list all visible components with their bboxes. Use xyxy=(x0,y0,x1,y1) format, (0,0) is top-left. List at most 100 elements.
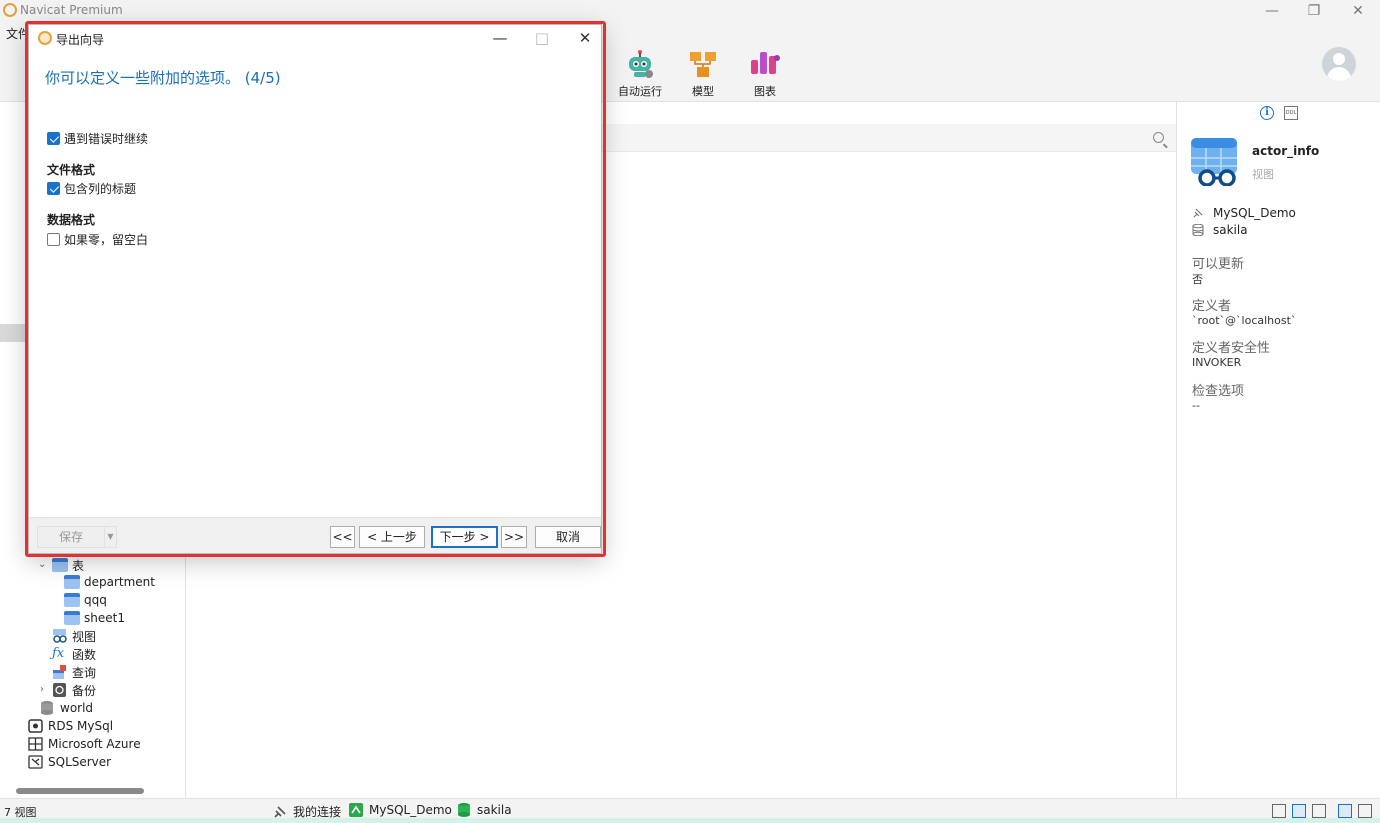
toolbar-model-button[interactable]: 模型 xyxy=(673,48,733,99)
window-bottom-accent xyxy=(0,818,1380,823)
status-connection-label: MySQL_Demo xyxy=(369,803,452,817)
tree-table-label: qqq xyxy=(84,593,107,607)
tree-table-department[interactable]: department xyxy=(64,573,155,591)
tree-backups-folder[interactable]: 备份 xyxy=(52,681,96,699)
avatar-body xyxy=(1327,67,1351,81)
last-step-button[interactable]: >> xyxy=(501,526,527,548)
chevron-down-icon[interactable]: ⌄ xyxy=(38,559,46,570)
detail-view-icon[interactable] xyxy=(1312,804,1326,818)
table-icon xyxy=(64,575,80,589)
info-definer-key: 定义者 xyxy=(1192,299,1232,314)
continue-on-error-label: 遇到错误时继续 xyxy=(64,132,149,146)
tree-connection-sqlserver[interactable]: SQLServer xyxy=(28,753,111,771)
info-panel: i DDL actor_info 视图 MySQL_Demo sakila 可以… xyxy=(1176,102,1380,798)
tree-connection-rds-mysql[interactable]: RDS MySql xyxy=(28,717,113,735)
azure-connection-icon xyxy=(28,737,43,751)
continue-on-error-checkbox[interactable]: 遇到错误时继续 xyxy=(47,130,148,147)
object-name: actor_info xyxy=(1252,144,1320,158)
tree-connection-label: RDS MySql xyxy=(48,719,114,733)
restore-icon[interactable]: ❐ xyxy=(1292,0,1336,22)
toolbar-automation-label: 自动运行 xyxy=(618,85,662,98)
backup-icon xyxy=(53,683,66,697)
first-step-button[interactable]: << xyxy=(330,526,355,548)
blank-if-zero-checkbox[interactable]: 如果零，留空白 xyxy=(47,231,148,248)
menu-file[interactable]: 文件 xyxy=(6,25,30,42)
info-check-option-key: 检查选项 xyxy=(1192,384,1245,399)
checkbox-unchecked-icon[interactable] xyxy=(47,233,60,246)
table-icon xyxy=(64,593,80,607)
tree-tables-label: 表 xyxy=(72,558,85,573)
grid-view-icon[interactable] xyxy=(1272,804,1286,818)
mysql-connection-icon xyxy=(349,803,363,817)
chart-icon xyxy=(751,52,780,74)
list-view-icon[interactable] xyxy=(1292,804,1306,818)
tree-views-label: 视图 xyxy=(72,629,97,644)
save-button[interactable]: 保存 xyxy=(37,526,105,548)
tree-table-label: sheet1 xyxy=(84,611,125,625)
search-icon[interactable] xyxy=(1153,132,1164,143)
query-icon xyxy=(53,665,66,679)
data-format-section-title: 数据格式 xyxy=(47,213,96,227)
file-format-section-title: 文件格式 xyxy=(47,163,96,177)
title-bar: Navicat Premium — ❐ ✕ xyxy=(0,0,1380,22)
previous-step-button[interactable]: < 上一步 xyxy=(359,526,425,548)
tree-tables-folder[interactable]: 表 xyxy=(52,556,84,574)
robot-icon xyxy=(629,50,653,78)
tree-functions-label: 函数 xyxy=(72,647,97,662)
cancel-button[interactable]: 取消 xyxy=(535,526,601,548)
checkbox-checked-icon[interactable] xyxy=(47,182,60,195)
tree-functions-folder[interactable]: ƒx 函数 xyxy=(52,645,96,663)
include-headers-checkbox[interactable]: 包含列的标题 xyxy=(47,180,136,197)
dialog-minimize-icon[interactable]: — xyxy=(485,27,515,49)
navicat-logo-icon xyxy=(3,3,17,17)
close-icon[interactable]: ✕ xyxy=(1336,0,1380,22)
avatar-head xyxy=(1333,53,1345,65)
save-dropdown-chevron-icon[interactable]: ▼ xyxy=(104,526,117,548)
rds-connection-icon xyxy=(28,719,43,733)
dialog-maximize-icon: □ xyxy=(534,29,550,47)
dialog-footer: 保存 ▼ << < 上一步 下一步 > >> 取消 xyxy=(29,517,601,553)
info-database-value: sakila xyxy=(1213,223,1248,237)
tree-queries-folder[interactable]: 查询 xyxy=(52,663,96,681)
checkbox-checked-icon[interactable] xyxy=(47,132,60,145)
info-tab-icon[interactable]: i xyxy=(1260,106,1274,120)
info-connection: MySQL_Demo xyxy=(1192,206,1296,220)
tree-views-folder[interactable]: 视图 xyxy=(52,627,96,645)
database-icon xyxy=(458,803,470,817)
navicat-logo-icon xyxy=(38,31,52,45)
toolbar-chart-button[interactable]: 图表 xyxy=(735,48,795,99)
tree-connection-azure[interactable]: Microsoft Azure xyxy=(28,735,141,753)
tree-database-world[interactable]: world xyxy=(40,699,93,717)
info-definer-value: `root`@`localhost` xyxy=(1192,314,1297,327)
info-connection-value: MySQL_Demo xyxy=(1213,206,1296,220)
tree-table-label: department xyxy=(84,575,155,589)
connection-plug-icon xyxy=(274,805,286,818)
blank-if-zero-label: 如果零，留空白 xyxy=(64,233,149,247)
dialog-close-icon[interactable]: ✕ xyxy=(570,27,600,49)
status-database: sakila xyxy=(457,803,512,817)
tree-backups-label: 备份 xyxy=(72,683,97,698)
status-connection: MySQL_Demo xyxy=(349,803,452,817)
info-database: sakila xyxy=(1192,223,1248,237)
connection-plug-icon xyxy=(1193,208,1203,218)
user-avatar[interactable] xyxy=(1322,47,1356,81)
view-folder-icon xyxy=(53,629,67,643)
export-wizard-dialog: 导出向导 — □ ✕ 你可以定义一些附加的选项。 (4/5) 遇到错误时继续 文… xyxy=(28,24,602,554)
view-large-icon xyxy=(1191,138,1237,186)
database-icon xyxy=(1192,224,1204,236)
toggle-nav-pane-icon[interactable] xyxy=(1338,804,1352,818)
tree-table-sheet1[interactable]: sheet1 xyxy=(64,609,125,627)
minimize-icon[interactable]: — xyxy=(1250,0,1294,22)
tree-table-qqq[interactable]: qqq xyxy=(64,591,107,609)
info-check-option-value: -- xyxy=(1192,399,1200,412)
dialog-title: 导出向导 xyxy=(56,33,105,47)
table-icon xyxy=(64,611,80,625)
nav-horizontal-scrollbar[interactable] xyxy=(16,788,144,794)
toolbar-automation-button[interactable]: 自动运行 xyxy=(610,48,670,99)
ddl-tab-icon[interactable]: DDL xyxy=(1284,106,1298,120)
chevron-right-icon[interactable]: › xyxy=(40,684,44,695)
next-step-button[interactable]: 下一步 > xyxy=(431,526,498,548)
info-updatable-value: 否 xyxy=(1192,273,1203,286)
toggle-info-pane-icon[interactable] xyxy=(1358,804,1372,818)
table-folder-icon xyxy=(52,558,68,572)
